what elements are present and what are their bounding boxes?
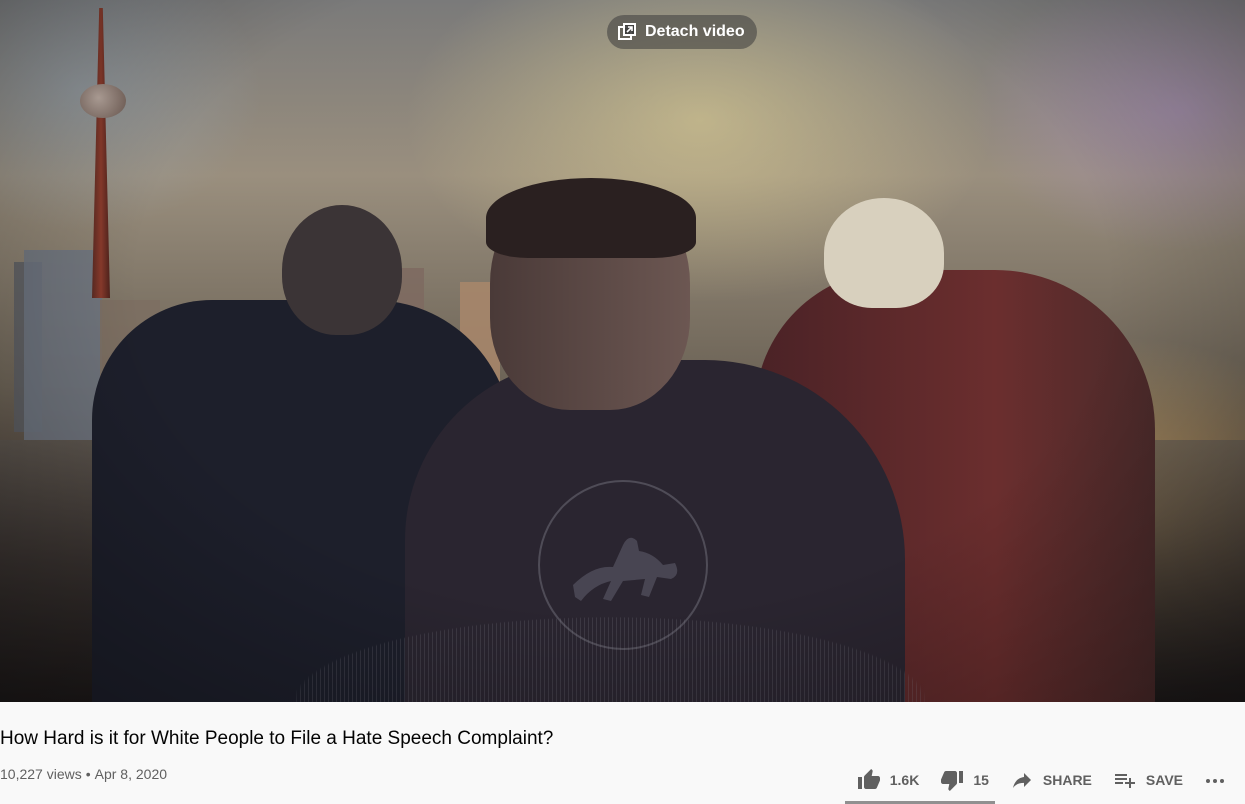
video-meta: 10,227 views • Apr 8, 2020: [0, 766, 167, 782]
publish-date: Apr 8, 2020: [94, 766, 168, 782]
dislike-button[interactable]: 15: [929, 762, 999, 798]
thumbs-up-icon: [857, 769, 880, 789]
view-count: 10,227 views: [0, 766, 82, 782]
share-label: SHARE: [1042, 772, 1092, 788]
dislike-count: 15: [973, 772, 989, 788]
more-horizontal-icon: [1206, 779, 1224, 783]
video-info-panel: How Hard is it for White People to File …: [0, 702, 1245, 804]
video-player[interactable]: Detach video: [0, 0, 1245, 702]
detach-video-button[interactable]: Detach video: [607, 15, 757, 49]
picture-in-picture-icon: [618, 23, 636, 40]
save-label: SAVE: [1145, 772, 1183, 788]
like-button[interactable]: 1.6K: [846, 762, 930, 798]
share-arrow-icon: [1012, 773, 1031, 788]
detach-video-label: Detach video: [645, 23, 745, 40]
more-actions-button[interactable]: [1193, 762, 1237, 798]
share-button[interactable]: SHARE: [999, 762, 1102, 798]
playlist-add-icon: [1114, 774, 1135, 788]
video-title: How Hard is it for White People to File …: [0, 728, 554, 749]
meta-separator: •: [85, 766, 91, 782]
like-count: 1.6K: [889, 772, 920, 788]
video-vignette: [0, 0, 1245, 702]
video-actions: 1.6K 15 SHARE SAVE: [846, 762, 1237, 798]
thumbs-down-icon: [941, 771, 964, 791]
save-button[interactable]: SAVE: [1102, 762, 1193, 798]
